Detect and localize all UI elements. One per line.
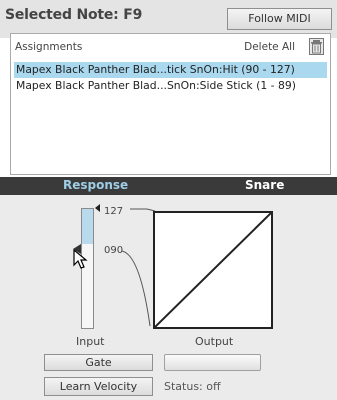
delete-all-button[interactable]: Delete All bbox=[244, 41, 295, 53]
input-axis-label: Input bbox=[76, 335, 105, 348]
output-axis-label: Output bbox=[195, 335, 234, 348]
assignments-panel: Assignments Delete All Mapex Black Panth… bbox=[10, 33, 331, 175]
assignment-row[interactable]: Mapex Black Panther Blad...SnOn:Side Sti… bbox=[14, 78, 327, 94]
follow-midi-button[interactable]: Follow MIDI bbox=[227, 8, 332, 30]
assignments-header: Assignments Delete All bbox=[11, 34, 330, 60]
upper-handle-icon[interactable] bbox=[95, 204, 100, 212]
selected-note-title: Selected Note: F9 bbox=[5, 7, 143, 23]
range-top-label: 127 bbox=[104, 206, 124, 217]
range-bottom-label: 090 bbox=[104, 245, 124, 256]
lower-handle-icon[interactable] bbox=[71, 243, 83, 255]
learn-velocity-button[interactable]: Learn Velocity bbox=[44, 377, 153, 396]
assignment-row[interactable]: Mapex Black Panther Blad...tick SnOn:Hit… bbox=[14, 62, 327, 78]
gate-button[interactable]: Gate bbox=[44, 354, 153, 371]
tab-response[interactable]: Response bbox=[63, 178, 128, 192]
tab-snare[interactable]: Snare bbox=[245, 178, 284, 192]
response-curve-line bbox=[155, 213, 271, 327]
trash-icon[interactable] bbox=[309, 38, 324, 55]
assignments-list: Mapex Black Panther Blad...tick SnOn:Hit… bbox=[14, 62, 327, 171]
status-text: Status: off bbox=[164, 380, 221, 393]
gate-meter bbox=[164, 354, 261, 371]
response-curve-graph bbox=[153, 211, 273, 329]
assignments-label: Assignments bbox=[15, 41, 83, 53]
section-tab-bar: Response Snare bbox=[0, 177, 337, 195]
